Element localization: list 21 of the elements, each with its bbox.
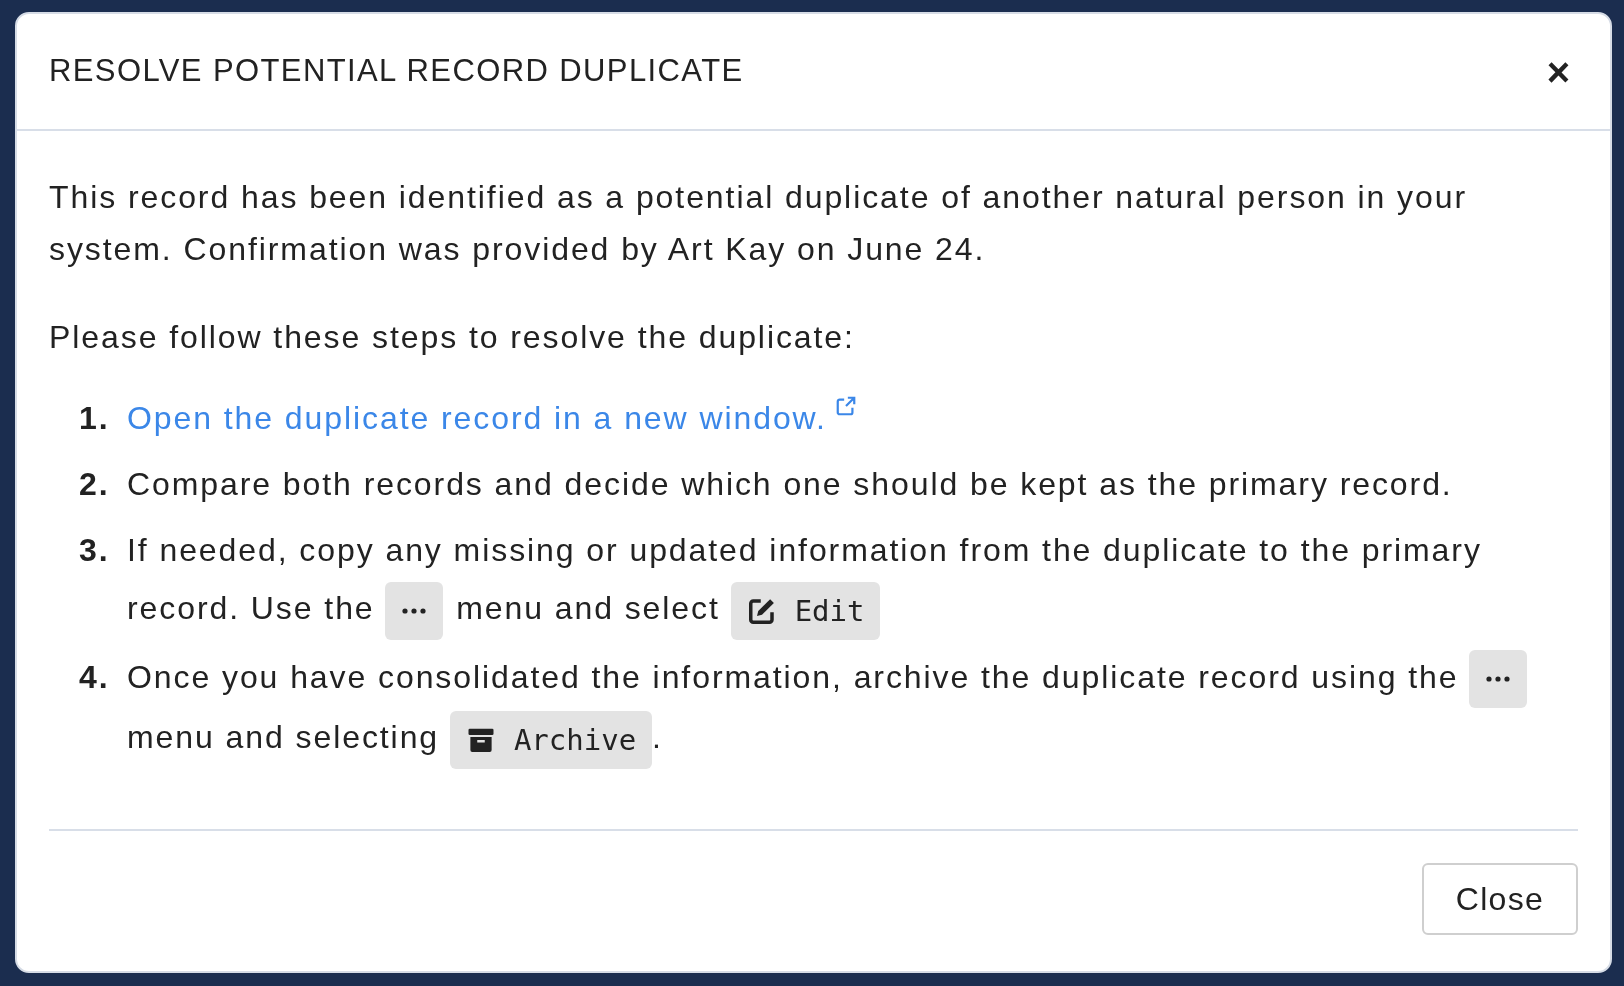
- steps-intro: Please follow these steps to resolve the duplicate:: [49, 318, 856, 357]
- archive-chip: Archive: [449, 710, 653, 769]
- step-text: menu and select: [456, 590, 720, 626]
- step-text: menu and selecting: [127, 719, 440, 756]
- dialog-title: RESOLVE POTENTIAL RECORD DUPLICATE: [49, 52, 744, 91]
- step-text: Once you have consolidated the information, archive the duplicate record using the: [127, 658, 1459, 695]
- step-number: 3.: [78, 531, 111, 570]
- step-text: If needed, copy any missing or updated information from the duplicate to the primary: [127, 532, 1482, 568]
- external-link-icon: [834, 395, 857, 417]
- step-text: .: [652, 719, 663, 756]
- duplicate-record-link[interactable]: Open the duplicate record in a new window.: [127, 400, 827, 436]
- edit-chip: Edit: [730, 581, 881, 640]
- more-dots-icon: [402, 607, 427, 614]
- intro-paragraph: This record has been identified as a potential duplicate of another natural person in your system. Confirmation was provided by Art Kay on June 24.: [49, 178, 1469, 269]
- more-dots-icon: [1486, 676, 1511, 683]
- step-text: record. Use the: [127, 590, 375, 626]
- step-number: 1.: [78, 399, 111, 438]
- step-text: Compare both records and decide which one should be kept as the primary record.: [127, 466, 1453, 502]
- step-number: 4.: [78, 657, 111, 697]
- close-button[interactable]: Close: [1421, 863, 1578, 935]
- step-number: 2.: [78, 465, 111, 504]
